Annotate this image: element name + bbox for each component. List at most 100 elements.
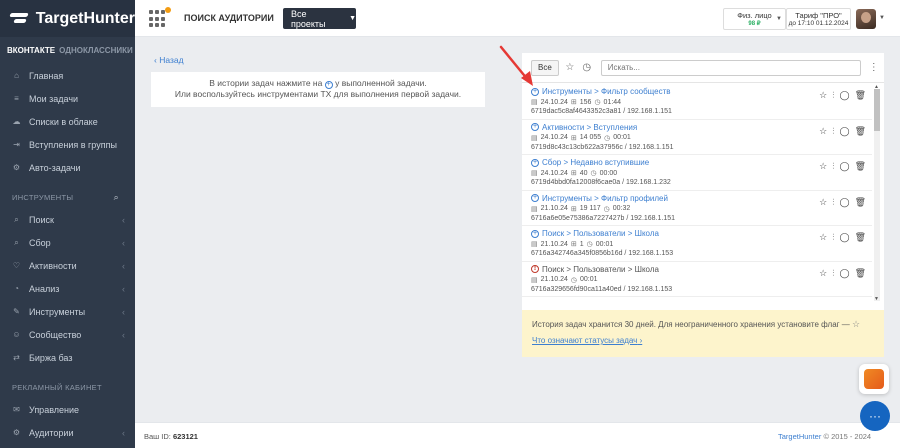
chat-icon: ···	[869, 409, 881, 423]
tariff-box[interactable]: Тариф "ПРО" до 17:10 01.12.2024	[786, 8, 851, 30]
home-icon: ⌂	[14, 71, 19, 80]
sidebar-item-home[interactable]: ⌂ Главная	[0, 64, 135, 87]
plus-circle-icon[interactable]: +	[531, 158, 539, 167]
star-icon[interactable]: ☆	[819, 197, 827, 208]
task-item[interactable]: + Сбор > Недавно вступившие ▤ 24.10.24 ⊞ 40 ◷…	[522, 155, 872, 191]
trash-icon[interactable]: 🗑	[855, 232, 866, 243]
sidebar-item-auto-tasks[interactable]: ⚙ Авто-задачи	[0, 156, 135, 179]
task-item[interactable]: + Инструменты > Фильтр сообществ ▤ 24.10.2…	[522, 84, 872, 120]
task-title-text: Сбор > Недавно вступившие	[542, 158, 650, 167]
sidebar-item-audience[interactable]: ⚙ Аудитории ‹	[0, 421, 135, 444]
comment-icon[interactable]: ◯	[839, 90, 849, 101]
tools-title-text: ИНСТРУМЕНТЫ	[12, 192, 74, 202]
projects-dropdown[interactable]: Все проекты ▼	[283, 8, 356, 29]
tab-odnoklassniki[interactable]: ОДНОКЛАССНИКИ	[59, 46, 133, 55]
tools-menu: ⌕ Поиск ‹ ⌕ Сбор ‹ ♡ Активности ‹ ◔ Анализ ‹ ✎ Ин…	[0, 208, 135, 369]
comment-icon[interactable]: ◯	[839, 126, 849, 137]
sidebar-item-exchange[interactable]: ⇄ Биржа баз	[0, 346, 135, 369]
settings-sliders-icon[interactable]: ⫶	[832, 268, 834, 279]
settings-sliders-icon[interactable]: ⫶	[832, 232, 834, 243]
settings-sliders-icon[interactable]: ⫶	[832, 126, 834, 137]
sidebar-item-cloud[interactable]: ☁ Списки в облаке	[0, 110, 135, 133]
plus-circle-icon[interactable]: +	[531, 87, 539, 96]
more-vertical-icon[interactable]: ⋮	[869, 62, 879, 73]
sidebar-item-manage[interactable]: ✉ Управление	[0, 398, 135, 421]
group-join-icon: ⇥	[13, 140, 20, 149]
trash-icon[interactable]: 🗑	[855, 126, 866, 137]
scroll-down-icon[interactable]: ▼	[874, 296, 879, 302]
settings-sliders-icon[interactable]: ⫶	[832, 161, 834, 172]
chevron-left-icon: ‹	[122, 306, 125, 317]
mascot-widget-button[interactable]	[859, 364, 889, 394]
heart-icon: ♡	[12, 261, 21, 270]
scrollbar-thumb[interactable]	[874, 89, 880, 131]
task-date: 24.10.24	[540, 169, 568, 177]
logo[interactable]: TargetHunter	[0, 0, 135, 37]
sidebar-item-tasks[interactable]: ≡ Мои задачи	[0, 87, 135, 110]
task-actions: ☆ ⫶ ◯ 🗑	[819, 126, 866, 137]
scrollbar[interactable]	[874, 89, 880, 301]
clock-icon: ◷	[570, 276, 577, 284]
tariff-until: до 17:10 01.12.2024	[788, 20, 849, 27]
sidebar-item-label: Списки в облаке	[29, 116, 98, 127]
star-icon[interactable]: ☆	[819, 90, 827, 101]
task-id-ip: 6716a329656fd90ca11a40ed / 192.168.1.153	[531, 285, 673, 293]
footer: Ваш ID: 623121 TargetHunter © 2015 - 202…	[135, 422, 900, 448]
task-item[interactable]: + Поиск > Пользователи > Школа ▤ 21.10.24 ⊞…	[522, 226, 872, 262]
chat-button[interactable]: ···	[860, 401, 890, 431]
sidebar-item-analysis[interactable]: ◔ Анализ ‹	[0, 277, 135, 300]
task-item[interactable]: + Инструменты > Фильтр профилей ▤ 21.10.24…	[522, 191, 872, 226]
star-icon[interactable]: ☆	[819, 232, 827, 243]
star-icon[interactable]: ☆	[819, 161, 827, 172]
plus-circle-icon[interactable]: +	[531, 194, 539, 202]
clock-icon: ◷	[603, 205, 610, 213]
sidebar: TargetHunter ВКОНТАКТЕ ОДНОКЛАССНИКИ ⌂ Гл…	[0, 0, 135, 448]
tab-vkontakte[interactable]: ВКОНТАКТЕ	[7, 46, 55, 55]
star-icon[interactable]: ☆	[819, 126, 827, 137]
clock-icon[interactable]: ◷	[581, 62, 593, 74]
settings-sliders-icon[interactable]: ⫶	[832, 90, 834, 101]
trash-icon[interactable]: 🗑	[855, 161, 866, 172]
exchange-icon: ⇄	[13, 353, 20, 362]
sidebar-item-label: Авто-задачи	[29, 162, 81, 173]
sidebar-item-label: Главная	[29, 70, 64, 81]
apps-grid-icon[interactable]	[149, 10, 167, 28]
star-icon[interactable]: ☆	[564, 62, 576, 74]
analysis-icon: ◔	[14, 284, 19, 293]
plus-circle-icon[interactable]: +	[531, 123, 539, 131]
network-tabs: ВКОНТАКТЕ ОДНОКЛАССНИКИ	[0, 37, 135, 64]
task-title-text: Инструменты > Фильтр профилей	[542, 193, 668, 203]
search-icon[interactable]: ⌕	[114, 192, 119, 203]
sidebar-item-community[interactable]: ☺ Сообщество ‹	[0, 323, 135, 346]
comment-icon[interactable]: ◯	[839, 268, 849, 279]
sidebar-item-group-join[interactable]: ⇥ Вступления в группы	[0, 133, 135, 156]
trash-icon[interactable]: 🗑	[855, 197, 866, 208]
task-item[interactable]: + Активности > Вступления ▤ 24.10.24 ⊞ 14 05…	[522, 120, 872, 155]
star-icon[interactable]: ☆	[819, 268, 827, 279]
comment-icon[interactable]: ◯	[839, 197, 849, 208]
sidebar-item-collect[interactable]: ⌕ Сбор ‹	[0, 231, 135, 254]
account-type-dropdown[interactable]: Физ. лицо 98 ₽ ▼	[723, 8, 786, 30]
comment-icon[interactable]: ◯	[839, 161, 849, 172]
trash-icon[interactable]: 🗑	[855, 268, 866, 279]
sidebar-item-tools[interactable]: ✎ Инструменты ‹	[0, 300, 135, 323]
settings-sliders-icon[interactable]: ⫶	[832, 197, 834, 208]
history-search-input[interactable]	[600, 59, 861, 76]
ads-menu: ✉ Управление ⚙ Аудитории ‹	[0, 398, 135, 444]
caret-down-icon[interactable]: ▼	[879, 15, 885, 21]
back-link[interactable]: ‹ Назад	[154, 55, 184, 65]
chevron-left-icon: ‹	[122, 214, 125, 225]
sidebar-item-activities[interactable]: ♡ Активности ‹	[0, 254, 135, 277]
trash-icon[interactable]: 🗑	[855, 90, 866, 101]
task-date: 21.10.24	[540, 240, 568, 248]
comment-icon[interactable]: ◯	[839, 232, 849, 243]
back-link-label: Назад	[159, 55, 184, 65]
task-title-text: Поиск > Пользователи > Школа	[542, 264, 659, 274]
calendar-icon: ▤	[531, 241, 538, 248]
sidebar-item-search[interactable]: ⌕ Поиск ‹	[0, 208, 135, 231]
plus-circle-icon[interactable]: +	[531, 229, 539, 238]
avatar[interactable]	[856, 9, 876, 29]
footer-brand-link[interactable]: TargetHunter	[778, 432, 821, 441]
status-help-link[interactable]: Что означают статусы задач ›	[532, 336, 884, 345]
task-item[interactable]: ! Поиск > Пользователи > Школа ▤ 21.10.24 ◷…	[522, 262, 872, 297]
